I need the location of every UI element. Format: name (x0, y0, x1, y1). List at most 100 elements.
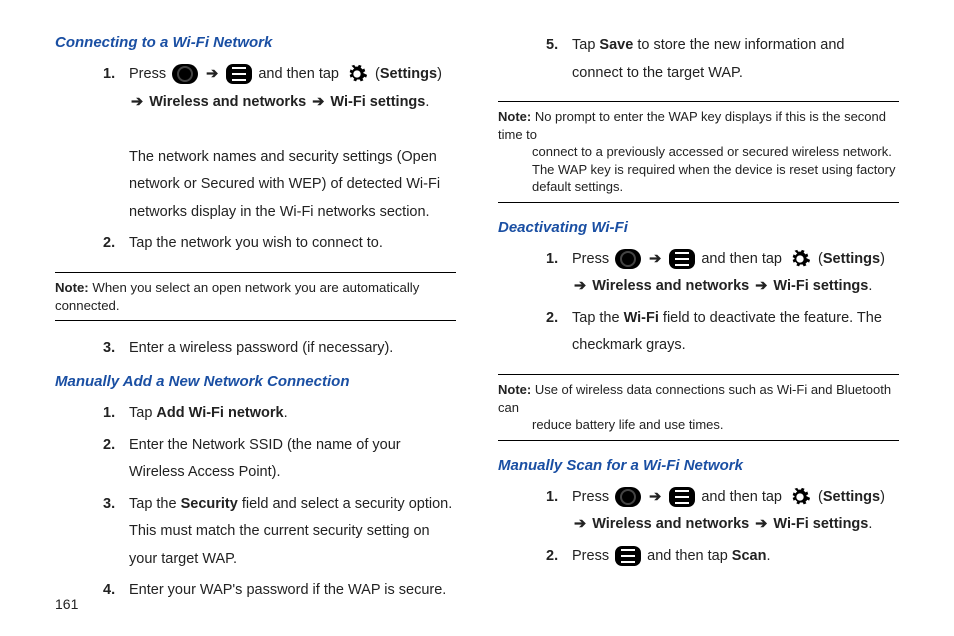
text: ) (880, 489, 885, 505)
step-number: 3. (103, 491, 129, 574)
note-text: Use of wireless data connections such as… (498, 382, 891, 415)
step-number: 1. (546, 484, 572, 539)
wireless-label: Wireless and networks (592, 516, 749, 532)
note-text: No prompt to enter the WAP key displays … (498, 109, 886, 142)
step-text: Tap the Wi-Fi field to deactivate the fe… (572, 305, 899, 360)
step-number: 2. (546, 543, 572, 571)
left-column: Connecting to a Wi-Fi Network 1. Press ➔… (55, 28, 456, 608)
text: . (868, 516, 872, 532)
arrow-icon: ➔ (312, 94, 324, 110)
text: and then tap (701, 489, 786, 505)
home-icon (615, 249, 641, 269)
step-number: 1. (103, 61, 129, 226)
menu-icon (226, 64, 252, 84)
wifi-settings-label: Wi-Fi settings (330, 94, 425, 110)
note-text: reduce battery life and use times. (498, 416, 899, 434)
text: Tap the (572, 310, 624, 326)
menu-icon (615, 546, 641, 566)
text: Tap the (129, 496, 181, 512)
step-number: 3. (103, 335, 129, 363)
text: Tap (129, 405, 156, 421)
settings-label: Settings (823, 251, 880, 267)
settings-label: Settings (823, 489, 880, 505)
list-item: 4. Enter your WAP's password if the WAP … (103, 577, 456, 605)
settings-label: Settings (380, 66, 437, 82)
text: . (284, 405, 288, 421)
gear-icon (788, 248, 812, 270)
arrow-icon: ➔ (755, 278, 767, 294)
step-number: 2. (103, 432, 129, 487)
step-number: 1. (546, 246, 572, 301)
arrow-icon: ➔ (649, 251, 661, 267)
wifi-settings-label: Wi-Fi settings (773, 516, 868, 532)
list-item: 5. Tap Save to store the new information… (546, 32, 899, 87)
heading-deactivating: Deactivating Wi-Fi (498, 219, 899, 236)
list-item: 1. Press ➔ and then tap (Settings) ➔ Wir… (103, 61, 456, 226)
text: and then tap (647, 548, 732, 564)
list-item: 2. Press and then tap Scan. (546, 543, 899, 571)
text: Tap (572, 37, 599, 53)
text: Press (129, 66, 170, 82)
step-number: 4. (103, 577, 129, 605)
step-text: Tap the network you wish to connect to. (129, 230, 456, 258)
heading-connecting: Connecting to a Wi-Fi Network (55, 34, 456, 51)
step-text: Press and then tap Scan. (572, 543, 899, 571)
arrow-icon: ➔ (206, 66, 218, 82)
step-text: Tap Save to store the new information an… (572, 32, 899, 87)
step-text: Press ➔ and then tap (Settings) ➔ Wirele… (129, 61, 456, 226)
list-deactivating: 1. Press ➔ and then tap (Settings) ➔ Wir… (546, 242, 899, 364)
step-text: Enter the Network SSID (the name of your… (129, 432, 456, 487)
list-item: 2. Tap the network you wish to connect t… (103, 230, 456, 258)
arrow-icon: ➔ (131, 94, 143, 110)
wifi-settings-label: Wi-Fi settings (773, 278, 868, 294)
text: ) (437, 66, 442, 82)
add-wifi-label: Add Wi-Fi network (156, 405, 283, 421)
note-block: Note: Use of wireless data connections s… (498, 374, 899, 441)
arrow-icon: ➔ (574, 516, 586, 532)
list-item: 3. Enter a wireless password (if necessa… (103, 335, 456, 363)
wireless-label: Wireless and networks (149, 94, 306, 110)
save-label: Save (599, 37, 633, 53)
arrow-icon: ➔ (649, 489, 661, 505)
step-number: 1. (103, 400, 129, 428)
security-label: Security (181, 496, 238, 512)
text: . (425, 94, 429, 110)
list-item: 2. Tap the Wi-Fi field to deactivate the… (546, 305, 899, 360)
list-manual-scan: 1. Press ➔ and then tap (Settings) ➔ Wir… (546, 480, 899, 575)
text: Press (572, 489, 613, 505)
step-text: Enter a wireless password (if necessary)… (129, 335, 456, 363)
text: Press (572, 251, 613, 267)
home-icon (615, 487, 641, 507)
step-description: The network names and security settings … (129, 149, 440, 220)
text: and then tap (258, 66, 343, 82)
step-text: Press ➔ and then tap (Settings) ➔ Wirele… (572, 246, 899, 301)
step-number: 2. (546, 305, 572, 360)
text: and then tap (701, 251, 786, 267)
heading-manually-add: Manually Add a New Network Connection (55, 373, 456, 390)
heading-manual-scan: Manually Scan for a Wi-Fi Network (498, 457, 899, 474)
menu-icon (669, 249, 695, 269)
list-item: 1. Press ➔ and then tap (Settings) ➔ Wir… (546, 484, 899, 539)
list-item: 3. Tap the Security field and select a s… (103, 491, 456, 574)
right-column: 5. Tap Save to store the new information… (498, 28, 899, 608)
note-text: connect to a previously accessed or secu… (498, 143, 899, 196)
list-connecting: 1. Press ➔ and then tap (Settings) ➔ Wir… (103, 57, 456, 262)
step-text: Tap the Security field and select a secu… (129, 491, 456, 574)
step-text: Press ➔ and then tap (Settings) ➔ Wirele… (572, 484, 899, 539)
page-number: 161 (55, 596, 78, 612)
note-label: Note: (498, 109, 531, 124)
step-text: Enter your WAP's password if the WAP is … (129, 577, 456, 605)
gear-icon (345, 63, 369, 85)
note-text: When you select an open network you are … (55, 280, 419, 313)
note-block: Note: No prompt to enter the WAP key dis… (498, 101, 899, 203)
home-icon (172, 64, 198, 84)
list-item: 2. Enter the Network SSID (the name of y… (103, 432, 456, 487)
step-text: Tap Add Wi-Fi network. (129, 400, 456, 428)
step-number: 5. (546, 32, 572, 87)
gear-icon (788, 486, 812, 508)
list-item: 1. Tap Add Wi-Fi network. (103, 400, 456, 428)
wifi-label: Wi-Fi (624, 310, 659, 326)
list-continued-right: 5. Tap Save to store the new information… (546, 28, 899, 91)
note-label: Note: (498, 382, 531, 397)
note-block: Note: When you select an open network yo… (55, 272, 456, 322)
